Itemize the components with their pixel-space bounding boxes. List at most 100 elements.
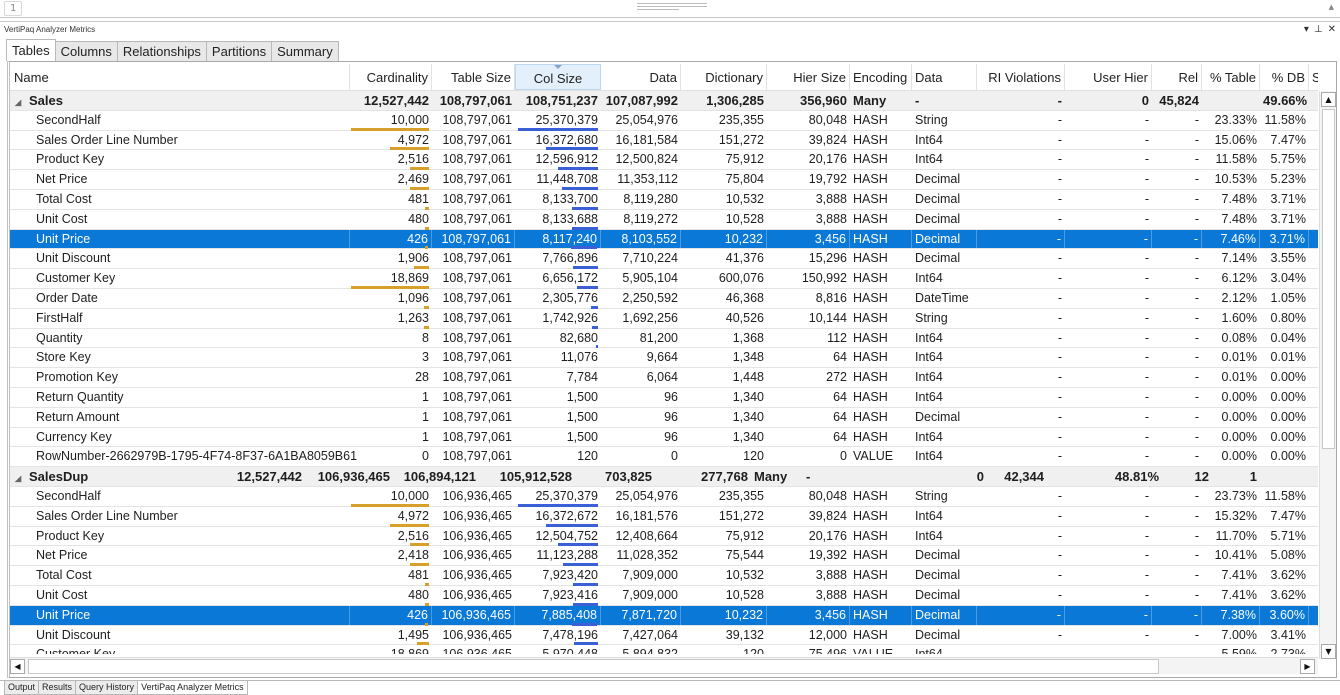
column-header-data[interactable]: Data (601, 64, 681, 90)
table-row[interactable]: Unit Cost 480 108,797,061 8,133,688 8,119,27… (10, 209, 1318, 230)
table-row[interactable]: Promotion Key 28 108,797,061 7,784 6,064 1,44… (10, 368, 1318, 388)
vertical-scroll-thumb[interactable] (1322, 109, 1335, 449)
cell-user-hier: - (1144, 211, 1149, 226)
scroll-down-button[interactable]: ▼ (1321, 644, 1336, 659)
cell-pct-db: 0.00% (1270, 429, 1306, 444)
table-row[interactable]: Quantity 8 108,797,061 82,680 81,200 1,368 112… (10, 328, 1318, 349)
table-row[interactable]: Return Quantity 1 108,797,061 1,500 96 1,340 6… (10, 388, 1318, 408)
query-editor[interactable]: 1 ▲ (0, 0, 1340, 18)
cell-ri: - (1057, 192, 1062, 206)
column-header-encoding[interactable]: Encoding (850, 64, 912, 90)
table-row[interactable]: Sales Order Line Number 4,972 108,797,061 1… (10, 130, 1318, 151)
column-header-user-hier-size[interactable]: User Hier Size (1065, 64, 1152, 112)
group-name-cell: ◢ Sales (10, 91, 350, 110)
tab-partitions[interactable]: Partitions (205, 41, 273, 61)
table-row[interactable]: SecondHalf 10,000 106,936,465 25,370,379 25,… (10, 487, 1318, 507)
column-header--db[interactable]: % DB (1260, 64, 1309, 90)
cell-ri: - (1057, 568, 1062, 583)
column-header--table[interactable]: % Table (1202, 64, 1260, 90)
table-group-row[interactable]: ◢ Sales 12,527,442 108,797,061 108,751,237 10… (10, 91, 1318, 111)
column-header-hier-size[interactable]: Hier Size (767, 64, 850, 90)
column-header-data-type[interactable]: Data Type (912, 64, 977, 112)
table-row[interactable]: SecondHalf 10,000 108,797,061 25,370,379 25,… (10, 110, 1318, 131)
cell-table-size: 106,936,465 (442, 508, 512, 523)
cell-data: 25,054,976 (615, 112, 678, 127)
scroll-up-button[interactable]: ▲ (1321, 92, 1336, 107)
column-header-ri-violations[interactable]: RI Violations (977, 64, 1065, 90)
dropdown-icon[interactable]: ▾ (1304, 24, 1309, 35)
table-row[interactable]: Product Key 2,516 108,797,061 12,596,912 12,… (10, 150, 1318, 171)
cell-ri: - (1057, 132, 1062, 147)
scroll-right-button[interactable]: ▶ (1300, 659, 1315, 674)
vertical-scrollbar[interactable]: ▲ ▼ (1319, 91, 1336, 659)
cell-col-size: 8,133,688 (515, 210, 601, 230)
scroll-left-button[interactable]: ◀ (10, 659, 25, 674)
table-group-row[interactable]: ◢ SalesDup 12,527,442 106,936,465 106,894,12… (10, 467, 1318, 487)
close-icon[interactable]: ✕ (1328, 24, 1336, 35)
cell-name: Unit Price (10, 229, 350, 249)
collapse-icon[interactable]: ◢ (15, 93, 29, 112)
table-row[interactable]: Total Cost 481 108,797,061 8,133,700 8,119,2… (10, 190, 1318, 210)
table-row[interactable]: Customer Key18,869106,936,4655,970,4485,… (10, 645, 1318, 654)
tab-summary[interactable]: Summary (271, 41, 339, 61)
cell-data-type: Int64 (915, 528, 943, 543)
cell-user-hier: - (1144, 291, 1149, 305)
collapse-icon[interactable]: ◢ (15, 469, 29, 488)
cell-data: 7,909,000 (622, 588, 678, 602)
minimap (637, 3, 707, 15)
cell-col-size: 1,500 (566, 429, 598, 444)
cell-cardinality: 18,869 (350, 269, 432, 289)
table-row[interactable]: Unit Price 426 106,936,465 7,885,408 7,871,7… (10, 605, 1318, 626)
horizontal-scroll-thumb[interactable] (28, 659, 1159, 674)
bottom-tab-results[interactable]: Results (38, 681, 77, 695)
table-row[interactable]: Currency Key 1 108,797,061 1,500 96 1,340 64 HA… (10, 427, 1318, 448)
table-row[interactable]: FirstHalf 1,263 108,797,061 1,742,926 1,692,… (10, 308, 1318, 329)
splitter[interactable] (0, 21, 1340, 23)
cell-hier-size: 112 (827, 330, 847, 345)
tab-columns[interactable]: Columns (54, 41, 118, 61)
table-row[interactable]: Return Amount 1 108,797,061 1,500 96 1,340 64 H… (10, 407, 1318, 428)
table-row[interactable]: Net Price 2,469 108,797,061 11,448,708 11,35… (10, 170, 1318, 190)
table-row[interactable]: Unit Discount 1,906 108,797,061 7,766,896 7,… (10, 249, 1318, 270)
column-header-name[interactable]: Name (10, 64, 350, 90)
cell-col-size: 11,448,708 (515, 170, 601, 190)
cell-pct-table: 7.00% (1221, 627, 1257, 642)
table-row[interactable]: Unit Discount 1,495 106,936,465 7,478,196 7,… (10, 625, 1318, 646)
bottom-tab-vertipaq-analyzer-metrics[interactable]: VertiPaq Analyzer Metrics (137, 681, 248, 695)
bottom-tab-output[interactable]: Output (4, 681, 40, 695)
bottom-tab-query-history[interactable]: Query History (75, 681, 139, 695)
cell-data: 25,054,976 (615, 489, 678, 503)
group-name-cell: ◢ SalesDup (10, 467, 220, 486)
scroll-up-icon[interactable]: ▲ (1329, 3, 1334, 11)
horizontal-scrollbar[interactable]: ◀ ▶ (10, 657, 1318, 674)
table-row[interactable]: Unit Cost 480 106,936,465 7,923,416 7,909,00… (10, 586, 1318, 606)
column-header-table-size[interactable]: Table Size (432, 64, 515, 90)
cell-pct-table: 0.00% (1221, 390, 1257, 404)
cell-cardinality: 1 (422, 429, 429, 444)
cell-pct-table: 10.41% (1214, 548, 1257, 563)
cell-table-size: 106,936,465 (442, 489, 512, 503)
cell-pct-table: 15.06% (1214, 132, 1257, 147)
column-header-rel-size[interactable]: Rel Size (1152, 64, 1202, 112)
table-row[interactable]: Sales Order Line Number 4,972 106,936,465 1… (10, 506, 1318, 527)
tab-tables[interactable]: Tables (6, 39, 56, 61)
cell-pct-db: 0.00% (1270, 449, 1306, 464)
table-row[interactable]: Product Key 2,516 106,936,465 12,504,752 12,… (10, 526, 1318, 547)
table-row[interactable]: RowNumber-2662979B-1795-4F74-8F37-6A1BA8… (10, 447, 1318, 468)
column-header-dictionary[interactable]: Dictionary (681, 64, 767, 90)
table-row[interactable]: Order Date 1,096 108,797,061 2,305,776 2,250… (10, 289, 1318, 309)
column-header-seg[interactable]: Seg (1309, 64, 1318, 90)
table-row[interactable]: Customer Key 18,869 108,797,061 6,656,172 5,… (10, 269, 1318, 289)
column-header-col-size[interactable]: Col Size (515, 64, 601, 90)
cell-data: 9,664 (646, 350, 678, 365)
table-row[interactable]: Total Cost 481 106,936,465 7,923,420 7,909,0… (10, 566, 1318, 586)
cell-dictionary: 1,368 (732, 330, 764, 345)
tab-relationships[interactable]: Relationships (116, 41, 207, 61)
pin-icon[interactable]: ⊥ (1314, 24, 1323, 35)
column-header-cardinality[interactable]: Cardinality (350, 64, 432, 90)
table-row[interactable]: Store Key 3 108,797,061 11,076 9,664 1,348 64 H… (10, 348, 1318, 369)
table-row[interactable]: Unit Price 426 108,797,061 8,117,240 8,103,5… (10, 229, 1318, 250)
cell-data-type: String (915, 310, 948, 325)
cell-cardinality: 1 (422, 409, 429, 424)
table-row[interactable]: Net Price 2,418 106,936,465 11,123,288 11,02… (10, 546, 1318, 567)
